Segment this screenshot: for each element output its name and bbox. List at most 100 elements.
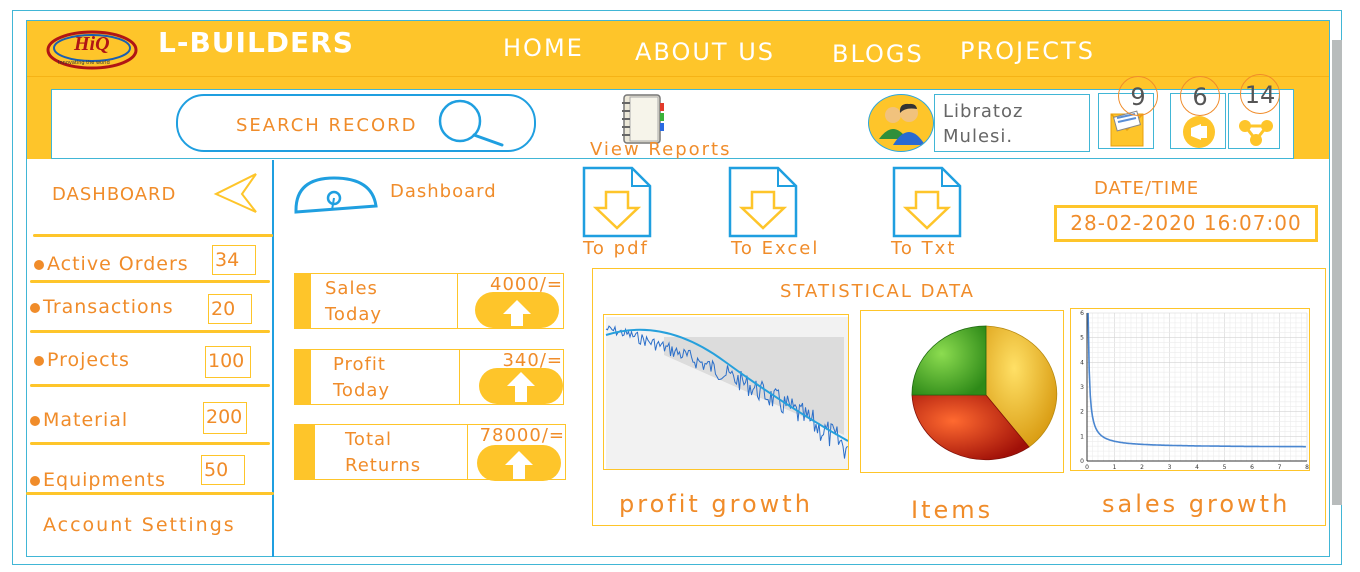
arrow-up-icon — [505, 451, 533, 479]
collapse-arrow-icon[interactable] — [212, 170, 260, 216]
stat-divider — [459, 350, 460, 404]
sidebar-divider-line — [33, 234, 273, 237]
stat-up-button[interactable] — [477, 445, 561, 481]
nav-about[interactable]: ABOUT US — [635, 38, 775, 66]
y-tick-label: 2 — [1080, 409, 1084, 416]
brand-name: L-BUILDERS — [158, 26, 354, 59]
x-tick-label: 6 — [1250, 464, 1254, 471]
notebook-icon[interactable] — [620, 93, 666, 145]
search-label[interactable]: SEARCH RECORD — [236, 115, 418, 136]
items-chart[interactable] — [860, 310, 1064, 473]
x-tick-label: 0 — [1085, 464, 1089, 471]
sales-growth-caption: sales growth — [1102, 490, 1291, 518]
user-last-name: Mulesi. — [943, 126, 1014, 147]
export-excel-icon[interactable] — [728, 166, 798, 238]
sidebar-item-label: Equipments — [43, 469, 167, 491]
sidebar-item-projects[interactable]: Projects — [34, 349, 130, 371]
stat-label-line: Total — [345, 429, 393, 450]
sidebar-count-projects: 100 — [205, 346, 251, 378]
sidebar-divider-line — [30, 442, 270, 445]
bullet-icon — [34, 355, 44, 366]
stat-up-button[interactable] — [479, 368, 563, 404]
sidebar-item-label: Active Orders — [47, 253, 189, 275]
x-tick-label: 2 — [1140, 464, 1144, 471]
scrollbar[interactable] — [1332, 40, 1342, 505]
logo-text: HiQ — [73, 33, 110, 55]
items-pie — [911, 325, 1058, 461]
stat-stripe — [295, 350, 311, 404]
sidebar-item-equipments[interactable]: Equipments — [30, 469, 166, 491]
sidebar-divider-line — [26, 492, 274, 495]
export-excel-label[interactable]: To Excel — [731, 238, 819, 259]
y-tick-label: 1 — [1080, 433, 1084, 440]
sales-growth-chart[interactable]: 0 1 2 3 4 5 6 7 8 0 1 2 3 4 5 6 — [1070, 308, 1310, 471]
profit-growth-chart[interactable] — [603, 314, 849, 470]
stat-label-line: Today — [333, 380, 391, 401]
x-tick-label: 5 — [1223, 464, 1227, 471]
statistics-title: STATISTICAL DATA — [780, 281, 975, 302]
bullet-icon — [30, 415, 40, 426]
datetime-label: DATE/TIME — [1094, 178, 1200, 199]
sidebar-count-equipments: 50 — [201, 455, 245, 485]
sidebar-item-material[interactable]: Material — [30, 409, 128, 431]
nav-home[interactable]: HOME — [503, 34, 584, 62]
user-first-name: Libratoz — [943, 101, 1024, 122]
profit-growth-plot — [605, 317, 848, 469]
sidebar-divider-line — [30, 280, 270, 283]
search-icon[interactable] — [434, 99, 506, 149]
dashboard-gauge-icon — [294, 176, 378, 214]
stat-label-line: Sales — [325, 278, 378, 299]
y-tick-label: 6 — [1080, 310, 1084, 317]
items-caption: Items — [911, 496, 994, 524]
pie-slice-green — [911, 325, 987, 396]
sidebar-title[interactable]: DASHBOARD — [52, 184, 176, 205]
stat-stripe — [295, 425, 315, 479]
nav-projects[interactable]: PROJECTS — [960, 37, 1095, 65]
sales-growth-plot: 0 1 2 3 4 5 6 7 8 0 1 2 3 4 5 6 — [1080, 310, 1309, 471]
sidebar-item-transactions[interactable]: Transactions — [30, 296, 174, 318]
x-tick-label: 3 — [1168, 464, 1172, 471]
view-reports-link[interactable]: View Reports — [590, 139, 731, 160]
hiq-logo[interactable]: HiQ Innovating the world — [44, 26, 140, 72]
stat-card-returns: Total Returns 78000/= — [294, 424, 566, 481]
stat-value: 78000/= — [479, 425, 565, 446]
profit-growth-caption: profit growth — [619, 490, 813, 518]
y-tick-label: 0 — [1080, 458, 1084, 465]
stat-label-line: Today — [325, 304, 383, 325]
messages-count: 9 — [1118, 76, 1158, 116]
nav-blogs[interactable]: BLOGS — [832, 40, 924, 68]
y-tick-label: 4 — [1080, 359, 1084, 366]
bullet-icon — [30, 302, 40, 313]
stat-label-line: Returns — [345, 455, 422, 476]
x-tick-label: 7 — [1278, 464, 1282, 471]
logo-tagline: Innovating the world — [58, 60, 110, 66]
export-pdf-label[interactable]: To pdf — [583, 238, 649, 259]
export-txt-icon[interactable] — [892, 166, 962, 238]
export-pdf-icon[interactable] — [582, 166, 652, 238]
stat-label: Sales Today — [325, 276, 382, 328]
stat-divider — [457, 274, 458, 328]
sidebar-item-label: Transactions — [43, 296, 174, 318]
x-tick-label: 8 — [1305, 464, 1309, 471]
sidebar-item-label: Material — [43, 409, 129, 431]
account-settings-link[interactable]: Account Settings — [43, 514, 236, 536]
datetime-value: 28-02-2020 16:07:00 — [1054, 205, 1318, 242]
sidebar-divider — [272, 160, 274, 557]
stat-card-profit: Profit Today 340/= — [294, 349, 564, 405]
x-tick-label: 4 — [1195, 464, 1199, 471]
stat-up-button[interactable] — [475, 292, 559, 328]
arrow-up-icon — [507, 372, 535, 402]
stat-card-sales: Sales Today 4000/= — [294, 273, 564, 329]
stat-divider — [467, 425, 468, 479]
bullet-icon — [30, 475, 40, 486]
stat-label: Profit Today — [333, 352, 390, 404]
stat-stripe — [295, 274, 311, 328]
export-txt-label[interactable]: To Txt — [891, 238, 956, 259]
announcements-count: 6 — [1180, 76, 1220, 116]
stat-label: Total Returns — [345, 427, 421, 479]
sidebar-item-active-orders[interactable]: Active Orders — [34, 253, 189, 275]
user-profile[interactable]: Libratoz Mulesi. — [934, 94, 1090, 152]
x-tick-label: 1 — [1113, 464, 1117, 471]
sidebar-item-label: Projects — [47, 349, 130, 371]
avatar[interactable] — [868, 94, 934, 152]
